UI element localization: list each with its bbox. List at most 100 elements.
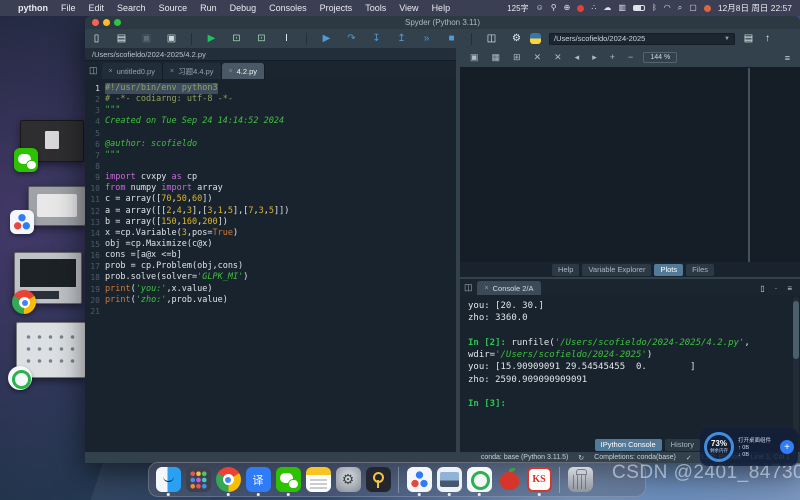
record-state-icon[interactable]: · bbox=[775, 284, 778, 293]
dock-item-launchpad[interactable] bbox=[185, 465, 211, 495]
plots-options-icon[interactable]: ≡ bbox=[785, 53, 790, 63]
greenring-badge-icon[interactable] bbox=[8, 366, 32, 390]
preferences-wrench-icon[interactable]: ⚙ bbox=[511, 34, 522, 44]
window-title-bar[interactable]: Spyder (Python 3.11) bbox=[85, 16, 800, 29]
previous-plot-icon[interactable]: ◂ bbox=[575, 53, 580, 62]
battery-icon[interactable] bbox=[633, 5, 645, 11]
save-all-icon[interactable]: ▣ bbox=[166, 34, 177, 44]
pane-options-icon[interactable]: ◫ bbox=[464, 282, 473, 293]
wifi-icon[interactable]: ◠ bbox=[664, 4, 671, 12]
shapes-icon[interactable]: ∴ bbox=[591, 4, 596, 12]
debug-step-out-icon[interactable]: ↥ bbox=[396, 34, 407, 44]
menu-clock[interactable]: 12月8日 周日 22:57 bbox=[718, 2, 792, 14]
browse-directory-icon[interactable]: ▤ bbox=[743, 34, 754, 44]
dock-item-circles[interactable] bbox=[406, 465, 432, 495]
save-icon[interactable]: ▣ bbox=[141, 34, 152, 44]
debug-continue-icon[interactable]: ▶ bbox=[321, 34, 332, 44]
dock-item-redapp[interactable] bbox=[496, 465, 522, 495]
pane-tab-help[interactable]: Help bbox=[552, 264, 579, 276]
console-output[interactable]: you: [20. 30.]zho: 3360.0In [2]: runfile… bbox=[460, 295, 792, 437]
debug-step-into-icon[interactable]: ↧ bbox=[371, 34, 382, 44]
dock-item-notes[interactable] bbox=[305, 465, 331, 495]
zoom-out-icon[interactable]: − bbox=[628, 53, 633, 62]
circles-app-badge-icon[interactable] bbox=[10, 210, 34, 234]
debug-step-over-icon[interactable]: ↷ bbox=[346, 34, 357, 44]
inspect-icon[interactable]: ▯ bbox=[760, 284, 764, 293]
menu-item-file[interactable]: File bbox=[61, 3, 76, 13]
add-widget-button[interactable]: + bbox=[780, 440, 794, 454]
memory-widget[interactable]: 73% 剩余内存 打开桌面组件 ↑ 0B ↓ 0B + bbox=[700, 428, 798, 466]
panels-icon[interactable]: ▥ bbox=[618, 4, 626, 12]
working-directory-select[interactable]: /Users/scofieldo/2024-2025 ▼ bbox=[549, 33, 735, 45]
display-icon[interactable]: ▢ bbox=[689, 4, 697, 12]
menu-item-search[interactable]: Search bbox=[117, 3, 146, 13]
pane-tab-plots[interactable]: Plots bbox=[654, 264, 683, 276]
new-file-icon[interactable]: ▯ bbox=[91, 34, 102, 44]
close-tab-icon[interactable]: × bbox=[109, 68, 113, 75]
save-all-plots-icon[interactable]: ▦ bbox=[492, 53, 501, 62]
editor-tab-untitled0.py[interactable]: ×untitled0.py bbox=[102, 63, 163, 79]
record-icon[interactable] bbox=[577, 5, 584, 12]
stop-icon[interactable]: ■ bbox=[446, 34, 457, 44]
run-cell-icon[interactable]: ⊡ bbox=[231, 34, 242, 44]
run-selection-icon[interactable]: I bbox=[281, 34, 292, 44]
menu-item-view[interactable]: View bbox=[399, 3, 418, 13]
open-file-icon[interactable]: ▤ bbox=[116, 34, 127, 44]
menu-item-help[interactable]: Help bbox=[432, 3, 451, 13]
pane-options-icon[interactable]: ◫ bbox=[89, 65, 98, 76]
editor-tab-习题4.4.py[interactable]: ×习题4.4.py bbox=[163, 63, 222, 79]
close-tab-icon[interactable]: × bbox=[170, 68, 174, 75]
keyboard-globe-icon[interactable]: ⊕ bbox=[564, 4, 571, 12]
chrome-badge-icon[interactable] bbox=[12, 290, 36, 314]
menu-item-projects[interactable]: Projects bbox=[320, 3, 353, 13]
menu-item-consoles[interactable]: Consoles bbox=[269, 3, 307, 13]
tab-history[interactable]: History bbox=[665, 439, 700, 451]
pane-tab-files[interactable]: Files bbox=[686, 264, 714, 276]
remove-plot-icon[interactable]: ✕ bbox=[534, 53, 542, 62]
tab-ipython-console[interactable]: IPython Console bbox=[595, 439, 662, 451]
dock-item-chrome[interactable] bbox=[215, 465, 241, 495]
plots-zoom-level[interactable]: 144 % bbox=[643, 52, 677, 63]
code-editor[interactable]: 1#!/usr/bin/env python32# -*- codiarng: … bbox=[85, 79, 456, 452]
debug-fast-forward-icon[interactable]: » bbox=[421, 34, 432, 44]
remove-all-plots-icon[interactable]: ✕ bbox=[554, 53, 562, 62]
dock-item-seal[interactable]: KS bbox=[526, 465, 552, 495]
console-options-icon[interactable]: ≡ bbox=[787, 284, 792, 293]
minimized-window-dialog[interactable] bbox=[28, 186, 86, 226]
zoom-in-icon[interactable]: + bbox=[610, 53, 615, 62]
bluetooth-icon[interactable]: ᛒ bbox=[652, 4, 657, 12]
screen-dot-icon[interactable] bbox=[704, 5, 711, 12]
save-plot-icon[interactable]: ▣ bbox=[470, 53, 479, 62]
wechat-badge-icon[interactable] bbox=[14, 148, 38, 172]
menu-app-name[interactable]: python bbox=[18, 3, 48, 13]
close-tab-icon[interactable]: × bbox=[229, 68, 233, 75]
dock-item-settings[interactable]: ⚙ bbox=[335, 465, 361, 495]
smiley-icon[interactable]: ☺ bbox=[536, 4, 544, 12]
run-cell-advance-icon[interactable]: ⊡ bbox=[256, 34, 267, 44]
cloud-icon[interactable]: ☁ bbox=[603, 4, 611, 12]
python-env-icon[interactable] bbox=[530, 33, 541, 44]
menu-item-debug[interactable]: Debug bbox=[230, 3, 257, 13]
editor-tab-4.2.py[interactable]: ×4.2.py bbox=[222, 63, 266, 79]
mic-icon[interactable]: ⚲ bbox=[551, 4, 557, 12]
search-icon[interactable]: ⌕ bbox=[678, 4, 682, 12]
run-icon[interactable]: ▶ bbox=[206, 34, 217, 44]
menu-item-run[interactable]: Run bbox=[200, 3, 217, 13]
console-scrollbar-thumb[interactable] bbox=[793, 301, 799, 359]
word-count-status[interactable]: 125字 bbox=[507, 3, 528, 14]
dock-item-greenring[interactable] bbox=[466, 465, 492, 495]
console-tab[interactable]: × Console 2/A bbox=[477, 281, 542, 295]
menu-item-edit[interactable]: Edit bbox=[89, 3, 105, 13]
menu-item-source[interactable]: Source bbox=[159, 3, 188, 13]
conda-env-status[interactable]: conda: base (Python 3.11.5) bbox=[481, 454, 568, 461]
plots-thumbnail-divider[interactable] bbox=[748, 68, 750, 262]
panes-layout-icon[interactable]: ◫ bbox=[486, 34, 497, 44]
dock-item-translate[interactable]: 译 bbox=[245, 465, 271, 495]
next-plot-icon[interactable]: ▸ bbox=[592, 53, 597, 62]
dock-item-finder[interactable] bbox=[155, 465, 181, 495]
parent-directory-icon[interactable]: ↑ bbox=[762, 34, 773, 44]
dock-item-keychain[interactable] bbox=[365, 465, 391, 495]
close-icon[interactable]: × bbox=[485, 285, 489, 292]
menu-item-tools[interactable]: Tools bbox=[365, 3, 386, 13]
console-scrollbar[interactable] bbox=[793, 297, 799, 435]
